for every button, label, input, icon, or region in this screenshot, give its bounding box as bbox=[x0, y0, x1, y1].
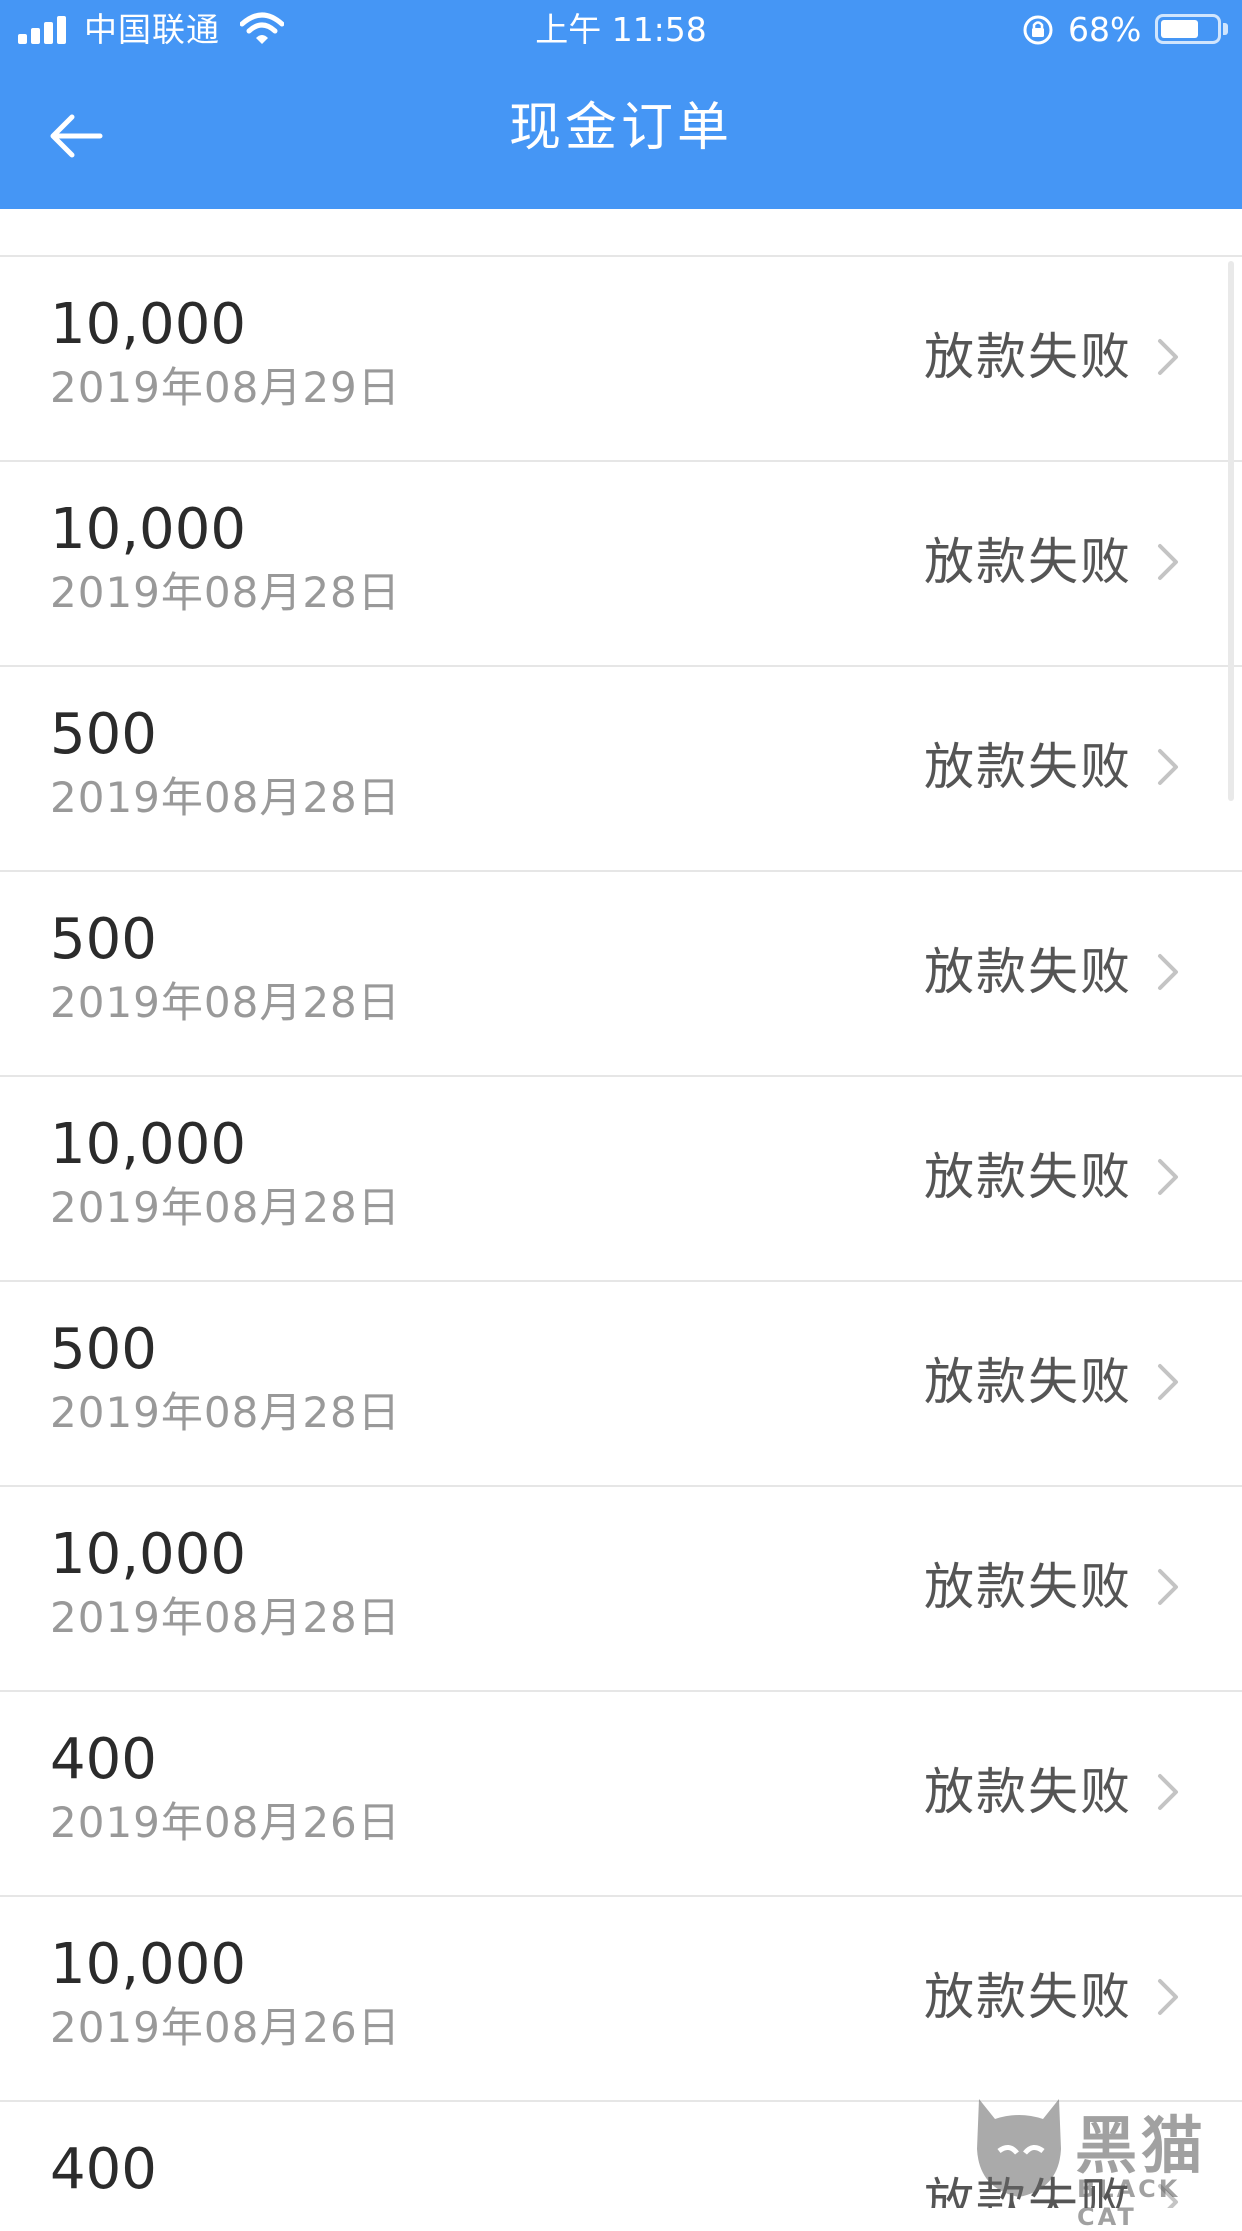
battery-icon bbox=[1155, 14, 1221, 44]
order-date: 2019年08月28日 bbox=[50, 773, 401, 822]
chevron-right-icon bbox=[1158, 1774, 1178, 1810]
order-amount: 500 bbox=[50, 907, 157, 972]
order-status: 放款失败 bbox=[924, 533, 1132, 591]
chevron-right-icon bbox=[1158, 954, 1178, 990]
chevron-right-icon bbox=[1158, 1159, 1178, 1195]
nav-bar: 现金订单 bbox=[0, 60, 1242, 209]
order-status: 放款失败 bbox=[924, 1763, 1132, 1821]
order-amount: 500 bbox=[50, 1317, 157, 1382]
order-date: 2019年08月28日 bbox=[50, 1388, 401, 1437]
battery-fill bbox=[1161, 20, 1198, 38]
order-date: 2019年08月26日 bbox=[50, 1798, 401, 1847]
order-amount: 10,000 bbox=[50, 1522, 246, 1587]
order-row[interactable]: 500 2019年08月28日 放款失败 bbox=[0, 1282, 1242, 1487]
orientation-lock-icon bbox=[1023, 15, 1053, 45]
order-amount: 400 bbox=[50, 2137, 157, 2202]
order-date: 2019年08月28日 bbox=[50, 978, 401, 1027]
battery-percent: 68% bbox=[1068, 10, 1142, 49]
watermark-subtext: BLACK CAT bbox=[1077, 2175, 1181, 2231]
order-status: 放款失败 bbox=[924, 1968, 1132, 2026]
order-date: 2019年08月28日 bbox=[50, 568, 401, 617]
order-date: 2019年08月28日 bbox=[50, 1593, 401, 1642]
order-status: 放款失败 bbox=[924, 1148, 1132, 1206]
cat-logo-icon bbox=[977, 2099, 1061, 2197]
order-amount: 10,000 bbox=[50, 1112, 246, 1177]
order-row[interactable]: 500 2019年08月28日 放款失败 bbox=[0, 872, 1242, 1077]
chevron-right-icon bbox=[1158, 544, 1178, 580]
chevron-right-icon bbox=[1158, 339, 1178, 375]
order-status: 放款失败 bbox=[924, 738, 1132, 796]
order-date: 2019年08月28日 bbox=[50, 1183, 401, 1232]
chevron-right-icon bbox=[1158, 1364, 1178, 1400]
scroll-indicator[interactable] bbox=[1228, 261, 1234, 801]
order-amount: 10,000 bbox=[50, 292, 246, 357]
order-row[interactable]: 500 2019年08月28日 放款失败 bbox=[0, 667, 1242, 872]
order-status: 放款失败 bbox=[924, 1353, 1132, 1411]
order-status: 放款失败 bbox=[924, 1558, 1132, 1616]
order-rows: 10,000 2019年08月29日 放款失败 10,000 2019年08月2… bbox=[0, 257, 1242, 2208]
chevron-right-icon bbox=[1158, 749, 1178, 785]
chevron-right-icon bbox=[1158, 1569, 1178, 1605]
order-status: 放款失败 bbox=[924, 943, 1132, 1001]
status-bar: 中国联通 上午 11:58 68% bbox=[0, 0, 1242, 60]
order-amount: 500 bbox=[50, 702, 157, 767]
order-list[interactable]: 10,000 2019年08月29日 放款失败 10,000 2019年08月2… bbox=[0, 209, 1242, 2208]
watermark-text: 黑猫 bbox=[1075, 2109, 1208, 2182]
watermark-logo: 黑猫 BLACK CAT bbox=[965, 2085, 1242, 2231]
chevron-right-icon bbox=[1158, 1979, 1178, 2015]
order-amount: 10,000 bbox=[50, 497, 246, 562]
order-date: 2019年08月26日 bbox=[50, 2003, 401, 2052]
order-row[interactable]: 400 2019年08月26日 放款失败 bbox=[0, 1692, 1242, 1897]
order-date: 2019年08月29日 bbox=[50, 363, 401, 412]
order-status: 放款失败 bbox=[924, 328, 1132, 386]
page-title: 现金订单 bbox=[508, 98, 733, 158]
order-row[interactable]: 10,000 2019年08月28日 放款失败 bbox=[0, 1077, 1242, 1282]
order-row[interactable]: 10,000 2019年08月26日 放款失败 bbox=[0, 1897, 1242, 2102]
order-row[interactable]: 10,000 2019年08月29日 放款失败 bbox=[0, 257, 1242, 462]
battery-cap bbox=[1223, 23, 1228, 35]
app-header: 中国联通 上午 11:58 68% 现金订单 bbox=[0, 0, 1242, 209]
order-amount: 400 bbox=[50, 1727, 157, 1792]
order-row[interactable]: 10,000 2019年08月28日 放款失败 bbox=[0, 462, 1242, 667]
order-row[interactable]: 10,000 2019年08月28日 放款失败 bbox=[0, 1487, 1242, 1692]
order-amount: 10,000 bbox=[50, 1932, 246, 1997]
